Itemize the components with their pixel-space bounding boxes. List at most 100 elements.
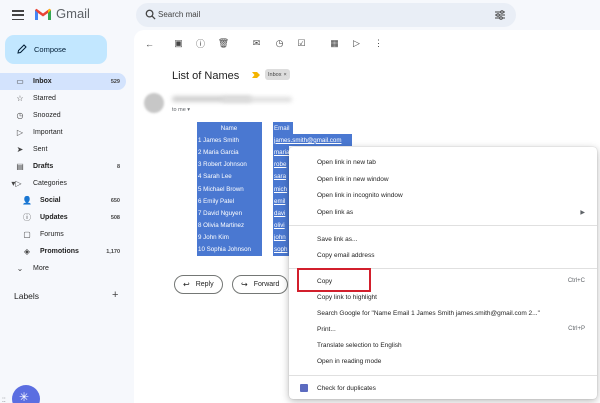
table-cell-name: 9 John Kim	[197, 231, 262, 244]
menu-item-label: Save link as...	[317, 235, 358, 243]
reply-button[interactable]: ↩ Reply	[174, 275, 223, 294]
sidebar-item-categories[interactable]: ▾▷ Categories	[0, 175, 126, 192]
inbox-label-chip[interactable]: Inbox ×	[265, 69, 290, 80]
sidebar-item-label: Important	[33, 129, 63, 136]
names-column: Name 1 James Smith 2 Maria Garcia 3 Robe…	[197, 122, 262, 257]
sidebar-item-drafts[interactable]: ▤ Drafts 8	[0, 158, 126, 175]
sidebar-item-updates[interactable]: ⓘ Updates 508	[0, 209, 126, 226]
table-cell-name: 1 James Smith	[197, 134, 262, 147]
table-cell-email-link[interactable]: olivi	[273, 219, 289, 232]
unread-count: 8	[116, 163, 120, 170]
menu-item-open-new-window[interactable]: Open link in new window	[289, 172, 597, 186]
label-icon: ▾▷	[11, 179, 22, 188]
table-cell-email-link[interactable]: mich	[273, 182, 289, 196]
menu-item-print[interactable]: Print... Ctrl+P	[289, 322, 597, 336]
menu-item-open-link-as[interactable]: Open link as ▶	[289, 205, 597, 219]
delete-icon[interactable]: 🗑	[218, 38, 229, 49]
archive-icon[interactable]: ▣	[173, 38, 184, 49]
table-cell-email-link[interactable]: sara	[273, 170, 289, 183]
menu-item-copy-link-highlight[interactable]: Copy link to highlight	[289, 290, 597, 304]
snooze-icon[interactable]: ◷	[274, 38, 285, 49]
add-label-button[interactable]: +	[112, 289, 118, 301]
sidebar-item-promotions[interactable]: ◈ Promotions 1,170	[0, 243, 126, 260]
move-to-icon[interactable]: ▦	[329, 38, 340, 49]
sidebar-item-forums[interactable]: ▢ Forums	[0, 226, 126, 243]
menu-item-save-link-as[interactable]: Save link as...	[289, 232, 597, 246]
menu-item-open-new-tab[interactable]: Open link in new tab	[289, 155, 597, 169]
important-icon: ▷	[16, 128, 24, 137]
sidebar-nav: ▭ Inbox 529 ☆ Starred ◷ Snoozed ▷ Import…	[0, 73, 126, 277]
chat-button[interactable]: ✳	[12, 385, 40, 403]
star-icon: ☆	[16, 94, 24, 103]
menu-item-reading-mode[interactable]: Open in reading mode	[289, 354, 597, 368]
menu-separator	[289, 375, 597, 376]
table-cell-email-link[interactable]: soph	[273, 243, 289, 257]
menu-item-label: Open link in new tab	[317, 158, 376, 166]
sidebar-item-snoozed[interactable]: ◷ Snoozed	[0, 107, 126, 124]
important-marker-icon[interactable]	[252, 72, 260, 78]
main-menu-icon[interactable]	[12, 10, 24, 20]
search-input[interactable]: Search mail	[158, 10, 200, 19]
filter-options-icon[interactable]	[494, 9, 506, 21]
app-name: Gmail	[56, 6, 90, 21]
sidebar-item-label: Forums	[40, 231, 64, 238]
menu-item-label: Open link in new window	[317, 175, 389, 183]
menu-item-search-google[interactable]: Search Google for "Name Email 1 James Sm…	[289, 306, 597, 320]
sidebar-item-inbox[interactable]: ▭ Inbox 529	[0, 73, 126, 90]
add-to-tasks-icon[interactable]: ☑	[296, 38, 307, 49]
table-cell-name: 2 Maria Garcia	[197, 146, 262, 159]
sidebar-item-label: More	[33, 265, 49, 272]
annotation-highlight-box	[297, 268, 371, 292]
table-cell-email-link[interactable]: robe	[273, 158, 289, 171]
table-cell-name: 5 Michael Brown	[197, 182, 262, 196]
table-cell-email-link[interactable]: davi	[273, 207, 289, 220]
menu-item-label: Translate selection to English	[317, 341, 402, 349]
remove-label-icon[interactable]: ×	[283, 72, 286, 78]
table-cell-name: 6 Emily Patel	[197, 195, 262, 208]
sidebar-item-more[interactable]: ⌄ More	[0, 260, 126, 277]
compose-button[interactable]: Compose	[5, 35, 107, 64]
more-vert-icon[interactable]: ⋮	[373, 38, 384, 49]
report-spam-icon[interactable]: ⓘ	[195, 38, 206, 49]
submenu-arrow-icon: ▶	[580, 209, 585, 216]
sender-email-redacted	[222, 97, 292, 102]
mark-unread-icon[interactable]: ✉	[251, 38, 262, 49]
apps-grip-icon[interactable]: ⁚⁚	[2, 397, 6, 403]
table-header-email: Email	[273, 122, 293, 135]
gmail-logo[interactable]: Gmail	[34, 6, 90, 21]
table-cell-name: 7 David Nguyen	[197, 207, 262, 220]
message-toolbar: ← ▣ ⓘ 🗑 ✉ ◷ ☑ ▦ ▷ ⋮	[134, 30, 600, 56]
table-cell-email-link[interactable]: john	[273, 231, 289, 244]
menu-item-open-incognito[interactable]: Open link in incognito window	[289, 188, 597, 202]
search-bar[interactable]: Search mail	[136, 3, 516, 27]
sidebar-item-important[interactable]: ▷ Important	[0, 124, 126, 141]
gmail-m-icon	[35, 8, 51, 20]
table-cell-email-link[interactable]: maria	[273, 146, 289, 159]
table-cell-email-link[interactable]: emil	[273, 195, 289, 208]
sidebar-item-social[interactable]: 👤 Social 650	[0, 192, 126, 209]
menu-item-label: Copy email address	[317, 251, 375, 259]
menu-item-shortcut: Ctrl+P	[568, 326, 585, 332]
tag-icon: ◈	[23, 247, 31, 256]
menu-item-copy-email[interactable]: Copy email address	[289, 248, 597, 262]
sidebar-item-starred[interactable]: ☆ Starred	[0, 90, 126, 107]
menu-item-check-duplicates[interactable]: Check for duplicates	[289, 381, 597, 395]
people-icon: 👤	[22, 196, 32, 205]
search-icon[interactable]	[145, 9, 156, 20]
reply-icon: ↩	[183, 280, 190, 289]
sidebar-item-sent[interactable]: ➤ Sent	[0, 141, 126, 158]
recipient-details[interactable]: to me ▾	[172, 107, 190, 113]
info-icon: ⓘ	[23, 213, 31, 222]
sender-avatar[interactable]	[144, 93, 164, 113]
menu-item-translate[interactable]: Translate selection to English	[289, 338, 597, 352]
forward-button[interactable]: ↪ Forward	[232, 275, 289, 294]
back-arrow-icon[interactable]: ←	[144, 38, 155, 49]
menu-item-shortcut: Ctrl+C	[567, 278, 585, 284]
email-subject: List of Names	[172, 70, 240, 82]
inbox-icon: ▭	[16, 77, 24, 86]
top-bar: Gmail Search mail	[0, 0, 600, 30]
table-cell-email-link[interactable]: james.smith@gmail.com	[273, 134, 352, 147]
sidebar-item-label: Inbox	[33, 78, 52, 85]
label-icon[interactable]: ▷	[351, 38, 362, 49]
chip-label: Inbox	[268, 71, 282, 78]
